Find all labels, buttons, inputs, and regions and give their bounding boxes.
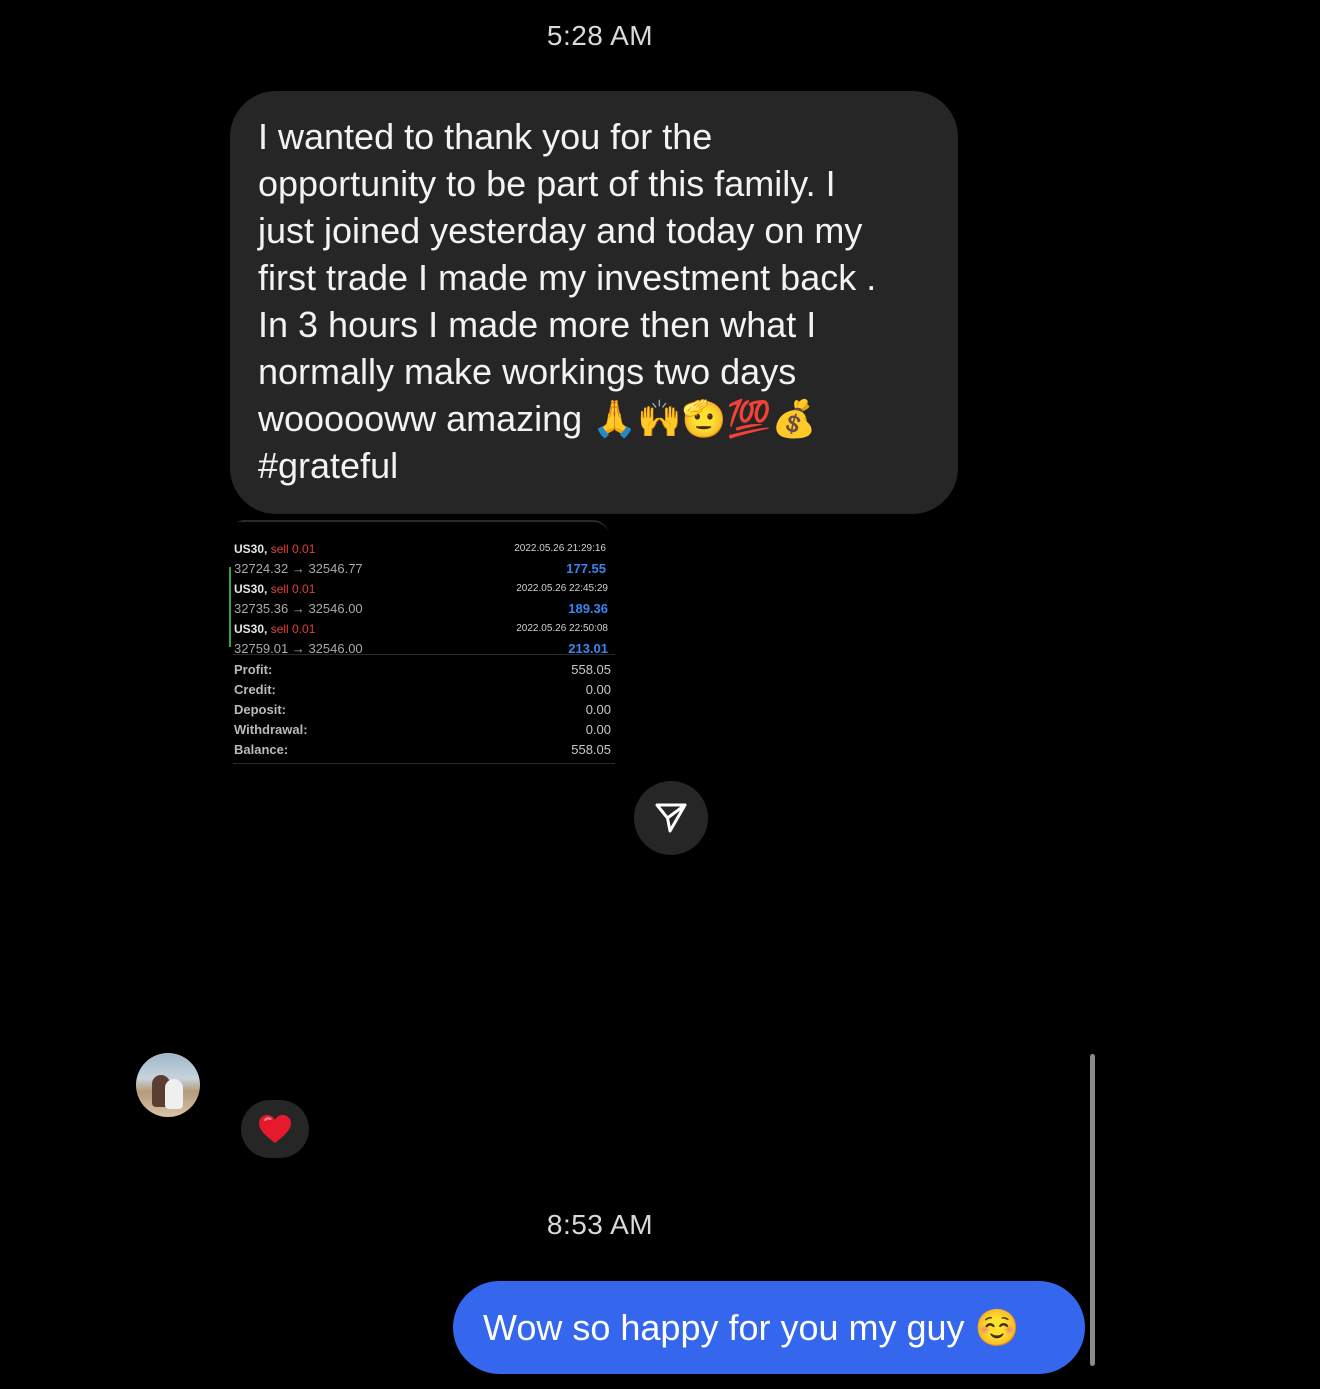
send-icon — [655, 803, 687, 833]
scrollbar[interactable] — [1090, 1054, 1095, 1366]
trade-symbol: US30, sell 0.01 — [234, 582, 316, 596]
trade-history-image[interactable]: US30, sell 0.01 32724.32 → 32546.77 2022… — [229, 520, 616, 766]
divider — [233, 654, 615, 655]
outgoing-message-text: Wow so happy for you my guy ☺️ — [483, 1306, 1020, 1348]
incoming-message-text: I wanted to thank you for the opportunit… — [258, 116, 877, 486]
summary-label: Withdrawal: — [234, 722, 308, 737]
timestamp-second: 8:53 AM — [546, 1209, 654, 1240]
summary-value: 558.05 — [571, 742, 611, 757]
trade-symbol: US30, sell 0.01 — [234, 542, 316, 556]
divider — [233, 763, 615, 764]
reaction-badge[interactable] — [241, 1100, 309, 1158]
summary-row: Credit: 0.00 — [234, 682, 611, 702]
summary-row: Deposit: 0.00 — [234, 702, 611, 722]
trade-date: 2022.05.26 21:29:16 — [514, 543, 606, 554]
trade-row: US30, sell 0.01 32735.36 → 32546.00 2022… — [229, 567, 613, 616]
summary-value: 558.05 — [571, 662, 611, 677]
summary-label: Profit: — [234, 662, 273, 677]
outgoing-message-bubble[interactable]: Wow so happy for you my guy ☺️ — [453, 1281, 1085, 1374]
share-button[interactable] — [634, 781, 708, 855]
summary-label: Credit: — [234, 682, 276, 697]
avatar[interactable] — [136, 1053, 200, 1117]
summary-value: 0.00 — [585, 722, 611, 737]
summary-label: Deposit: — [234, 702, 286, 717]
trade-row: US30, sell 0.01 32724.32 → 32546.77 2022… — [229, 527, 611, 576]
avatar-photo-figure — [165, 1079, 183, 1109]
trade-date: 2022.05.26 22:50:08 — [516, 623, 608, 634]
timestamp-first: 5:28 AM — [546, 20, 654, 51]
incoming-message-bubble[interactable]: I wanted to thank you for the opportunit… — [230, 91, 958, 514]
trade-row: US30, sell 0.01 32759.01 → 32546.00 2022… — [229, 607, 613, 656]
summary-row: Balance: 558.05 — [234, 742, 611, 762]
summary-row: Withdrawal: 0.00 — [234, 722, 611, 742]
summary-row: Profit: 558.05 — [234, 662, 611, 682]
summary-value: 0.00 — [585, 682, 611, 697]
summary-value: 0.00 — [585, 702, 611, 717]
trade-date: 2022.05.26 22:45:29 — [516, 583, 608, 594]
heart-icon — [259, 1115, 291, 1143]
summary-label: Balance: — [234, 742, 289, 757]
trade-symbol: US30, sell 0.01 — [234, 622, 316, 636]
